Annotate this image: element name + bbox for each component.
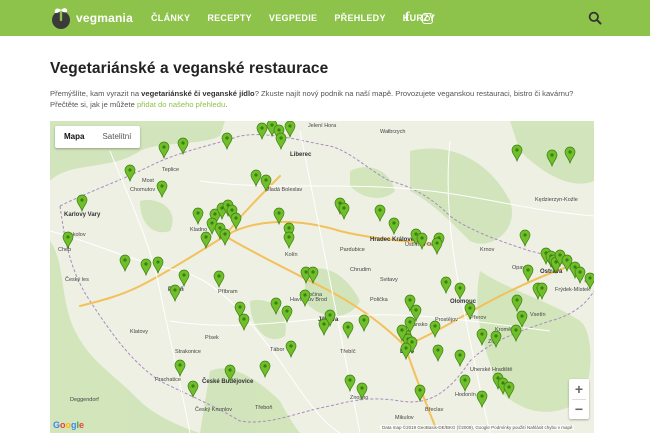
instagram-icon[interactable] [421, 12, 433, 24]
svg-text:Český les: Český les [65, 276, 89, 283]
svg-text:Český Krumlov: Český Krumlov [195, 406, 232, 413]
svg-text:Břeclav: Břeclav [425, 407, 444, 413]
svg-text:Liberec: Liberec [290, 152, 312, 158]
svg-text:Přerov: Přerov [470, 315, 486, 321]
svg-text:České Budějovice: České Budějovice [202, 378, 254, 385]
svg-text:Jelení Hora: Jelení Hora [308, 123, 337, 129]
svg-text:Chomutov: Chomutov [130, 187, 155, 193]
add-restaurant-link[interactable]: přidat do našeho přehledu [137, 100, 225, 109]
logo-text: vegmania [76, 11, 133, 25]
map-type-switch: Mapa Satelitní [55, 126, 141, 148]
svg-text:Krnov: Krnov [480, 247, 495, 253]
svg-text:Chrudim: Chrudim [350, 267, 371, 273]
nav-item-prehledy[interactable]: PŘEHLEDY [334, 13, 385, 23]
svg-text:Frýdek-Místek: Frýdek-Místek [555, 287, 590, 293]
restaurant-map[interactable]: Jelení Hora Teplice Most Chomutov Karlov… [50, 121, 594, 433]
page-title: Vegetariánské a veganské restaurace [50, 60, 329, 77]
facebook-icon[interactable]: f [405, 10, 410, 26]
svg-text:Kolín: Kolín [285, 252, 298, 258]
intro-end: . [225, 100, 228, 109]
svg-text:Znojmo: Znojmo [350, 395, 368, 401]
nav-item-recepty[interactable]: RECEPTY [207, 13, 252, 23]
svg-text:Svitavy: Svitavy [380, 277, 398, 283]
google-logo: Google [53, 420, 85, 430]
intro-text: Přemýšlíte, kam vyrazit na vegetariánské… [50, 88, 595, 110]
svg-text:Most: Most [142, 178, 154, 184]
logo-icon [52, 7, 70, 29]
svg-text:Strakonice: Strakonice [175, 349, 201, 355]
svg-text:Teplice: Teplice [162, 167, 179, 173]
nav-item-vegpedie[interactable]: VEGPEDIE [269, 13, 317, 23]
svg-text:Prachatice: Prachatice [155, 377, 181, 383]
zoom-separator [572, 399, 586, 400]
svg-text:Mladá Boleslav: Mladá Boleslav [265, 187, 303, 193]
map-attribution[interactable]: Data map ©2019 GeoBasis-DE/BKG (©2009), … [380, 425, 575, 430]
svg-text:Klatovy: Klatovy [130, 329, 148, 335]
svg-text:Písek: Písek [205, 335, 219, 341]
svg-text:Deggendorf: Deggendorf [70, 397, 99, 403]
svg-text:Uherské Hradiště: Uherské Hradiště [470, 367, 513, 373]
svg-text:Třebíč: Třebíč [340, 349, 356, 355]
svg-text:Wałbrzych: Wałbrzych [380, 129, 405, 135]
map-type-mapa[interactable]: Mapa [55, 126, 93, 148]
svg-text:Mikulov: Mikulov [395, 415, 414, 421]
svg-text:Vsetín: Vsetín [530, 312, 546, 318]
zoom-in-button[interactable]: + [569, 379, 589, 399]
social-links: f [405, 10, 433, 26]
svg-text:Pardubice: Pardubice [340, 247, 365, 253]
top-navigation-bar: vegmania ČLÁNKY RECEPTY VEGPEDIE PŘEHLED… [0, 0, 650, 36]
svg-text:Třeboň: Třeboň [255, 405, 272, 411]
svg-text:Hodonín: Hodonín [455, 392, 476, 398]
svg-text:Polička: Polička [370, 297, 389, 303]
map-canvas[interactable]: Jelení Hora Teplice Most Chomutov Karlov… [50, 121, 594, 433]
map-type-satelitni[interactable]: Satelitní [93, 126, 140, 148]
svg-text:Ostrava: Ostrava [540, 269, 563, 275]
search-icon[interactable] [588, 11, 602, 25]
zoom-out-button[interactable]: − [569, 399, 589, 419]
svg-text:Karlovy Vary: Karlovy Vary [64, 212, 101, 218]
intro-bold: vegetariánské či veganské jídlo [141, 89, 255, 98]
nav-item-clanky[interactable]: ČLÁNKY [151, 13, 190, 23]
svg-text:Příbram: Příbram [218, 289, 238, 295]
svg-text:Cheb: Cheb [58, 247, 71, 253]
zoom-controls: + − [569, 379, 589, 419]
vegmania-logo[interactable]: vegmania [50, 2, 133, 34]
svg-text:Tábor: Tábor [270, 347, 285, 353]
svg-text:Kędzierzyn-Koźle: Kędzierzyn-Koźle [535, 197, 578, 203]
intro-part-1: Přemýšlíte, kam vyrazit na [50, 89, 142, 98]
